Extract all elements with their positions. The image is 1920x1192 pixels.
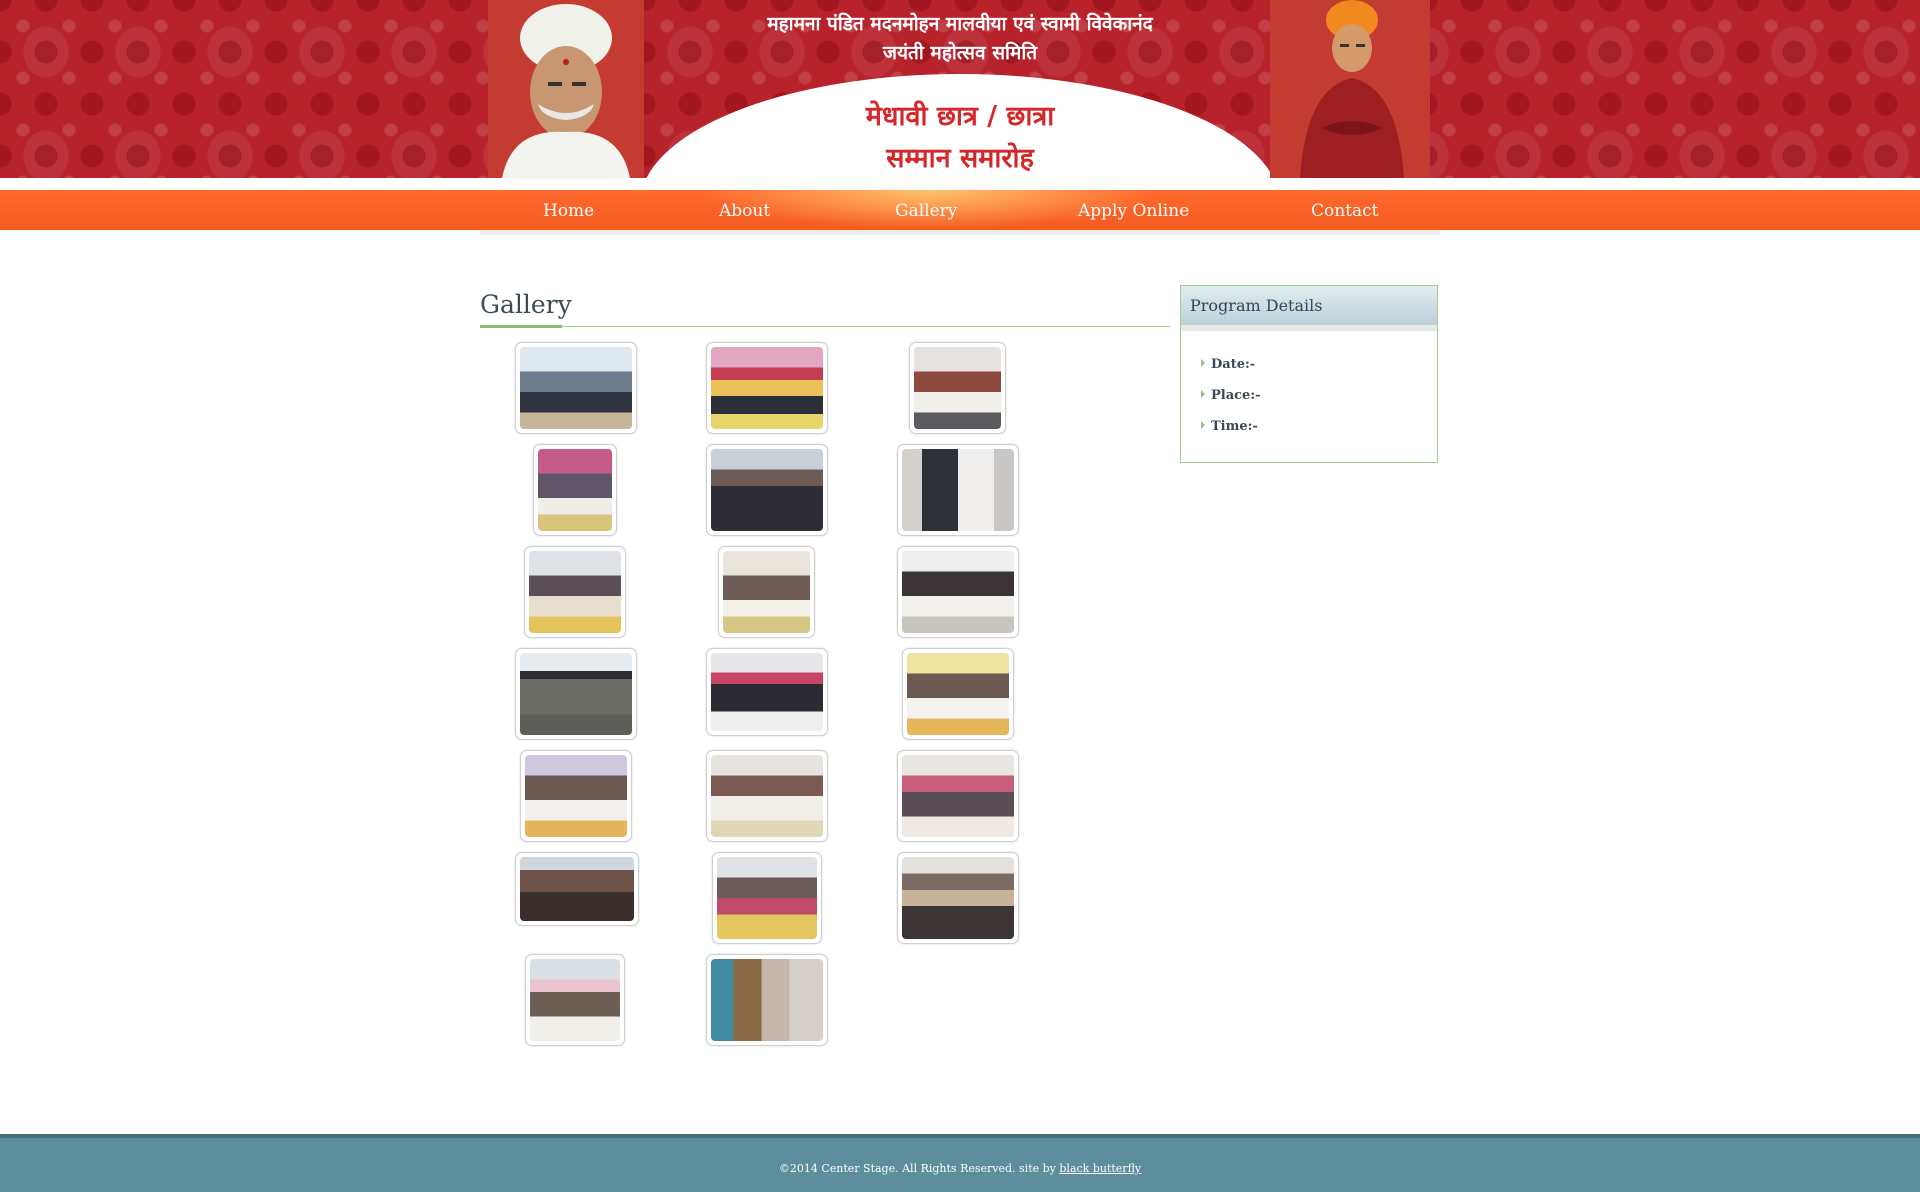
- gallery-thumbnail[interactable]: [515, 648, 637, 740]
- gallery-photo: [723, 551, 810, 633]
- nav-contact-link[interactable]: Contact: [1311, 190, 1379, 230]
- gallery-photo: [902, 755, 1014, 837]
- gallery-thumbnail[interactable]: [902, 648, 1014, 740]
- gallery-photo: [711, 347, 823, 429]
- bullet-arrow-icon: [1201, 390, 1205, 398]
- site-footer: ©2014 Center Stage. All Rights Reserved.…: [0, 1134, 1920, 1192]
- program-details-panel: Program Details Date:- Place:- Time:-: [1180, 285, 1438, 463]
- gallery-thumbnail[interactable]: [524, 546, 626, 638]
- gallery-thumbnail[interactable]: [525, 954, 625, 1046]
- gallery-thumbnail[interactable]: [520, 750, 632, 842]
- gallery-thumbnail[interactable]: [515, 852, 639, 926]
- gallery-photo: [520, 857, 634, 921]
- gallery-thumbnail[interactable]: [706, 648, 828, 736]
- gallery-photo: [711, 449, 823, 531]
- gallery-photo: [907, 653, 1009, 735]
- nav-about-link[interactable]: About: [719, 190, 770, 230]
- nav-shadow: [480, 230, 1440, 235]
- committee-title-line2: जयंती महोत्सव समिति: [882, 42, 1038, 64]
- title-divider-accent: [480, 325, 562, 328]
- page-title: Gallery: [480, 290, 572, 319]
- committee-title-line1: महामना पंडित मदनमोहन मालवीया एवं स्वामी …: [767, 13, 1153, 35]
- gallery-photo: [711, 959, 823, 1041]
- gallery-photo: [902, 551, 1014, 633]
- gallery-thumbnail[interactable]: [706, 750, 828, 842]
- gallery-photo: [902, 857, 1014, 939]
- panel-title: Program Details: [1190, 296, 1323, 315]
- gallery-thumbnail[interactable]: [712, 852, 822, 944]
- event-title: मेधावी छात्र / छात्रा सम्मान समारोह: [760, 96, 1160, 180]
- credit-link[interactable]: black butterfly: [1059, 1162, 1141, 1175]
- nav-gallery-link[interactable]: Gallery: [895, 190, 957, 230]
- gallery-photo: [525, 755, 627, 837]
- gallery-thumbnail[interactable]: [897, 750, 1019, 842]
- bullet-arrow-icon: [1201, 359, 1205, 367]
- gallery-thumbnail[interactable]: [909, 342, 1006, 434]
- bullet-arrow-icon: [1201, 421, 1205, 429]
- nav-home-link[interactable]: Home: [543, 190, 594, 230]
- gallery-photo: [711, 653, 823, 731]
- gallery-thumbnail[interactable]: [897, 546, 1019, 638]
- title-divider: [480, 326, 1170, 327]
- gallery-photo: [717, 857, 817, 939]
- nav-apply-online-link[interactable]: Apply Online: [1078, 190, 1189, 230]
- site-header: महामना पंडित मदनमोहन मालवीया एवं स्वामी …: [0, 0, 1920, 190]
- gallery-photo: [902, 449, 1014, 531]
- detail-date: Date:-: [1201, 357, 1255, 372]
- detail-time: Time:-: [1201, 419, 1258, 434]
- gallery-photo: [529, 551, 621, 633]
- gallery-photo: [520, 653, 632, 735]
- gallery-photo: [711, 755, 823, 837]
- gallery-thumbnail[interactable]: [706, 954, 828, 1046]
- footer-text: ©2014 Center Stage. All Rights Reserved.…: [0, 1162, 1920, 1175]
- detail-place: Place:-: [1201, 388, 1261, 403]
- copyright-text: ©2014 Center Stage. All Rights Reserved.…: [778, 1162, 1060, 1175]
- gallery-photo: [914, 347, 1001, 429]
- gallery-thumbnail[interactable]: [897, 444, 1019, 536]
- gallery-photo: [538, 449, 612, 531]
- gallery-thumbnail[interactable]: [718, 546, 815, 638]
- gallery-photo: [520, 347, 632, 429]
- detail-time-label: Time:-: [1211, 419, 1258, 434]
- portrait-left-image: [488, 0, 644, 178]
- gallery-photo: [530, 959, 620, 1041]
- gallery-thumbnail[interactable]: [706, 444, 828, 536]
- header-bottom-band: [0, 178, 1920, 190]
- gallery-thumbnail[interactable]: [897, 852, 1019, 944]
- detail-place-label: Place:-: [1211, 388, 1261, 403]
- detail-date-label: Date:-: [1211, 357, 1256, 372]
- event-title-line2: सम्मान समारोह: [886, 143, 1034, 174]
- gallery-thumbnail[interactable]: [515, 342, 637, 434]
- committee-title: महामना पंडित मदनमोहन मालवीया एवं स्वामी …: [660, 10, 1260, 68]
- gallery-thumbnail[interactable]: [533, 444, 617, 536]
- event-title-line1: मेधावी छात्र / छात्रा: [865, 101, 1055, 132]
- gallery-thumbnail[interactable]: [706, 342, 828, 434]
- portrait-right-image: [1270, 0, 1430, 178]
